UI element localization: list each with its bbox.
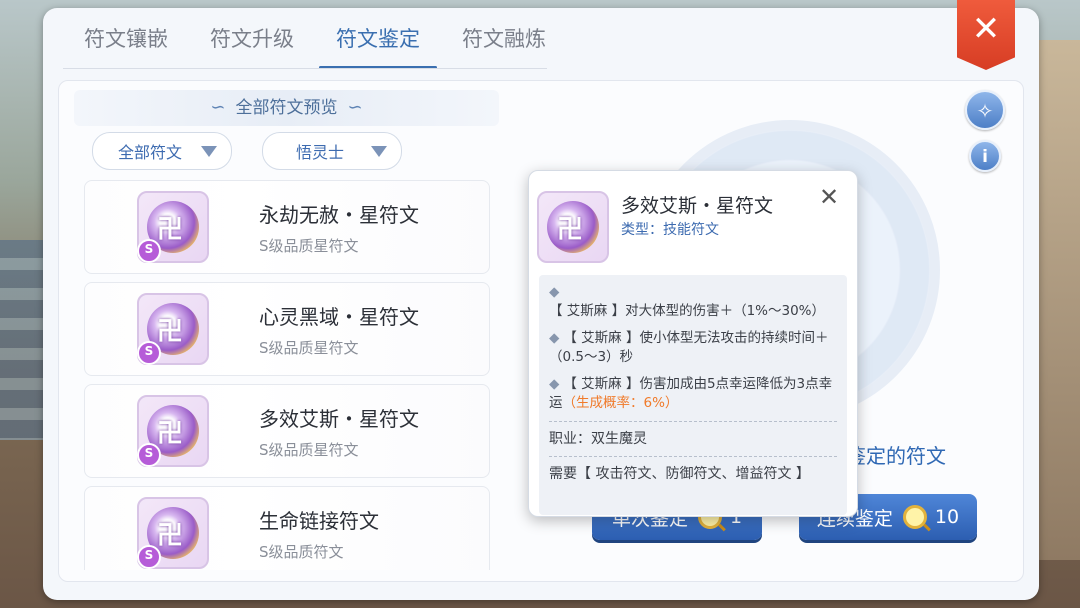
grade-badge: S xyxy=(137,545,161,569)
list-item[interactable]: 卍 S 多效艾斯・星符文 S级品质星符文 xyxy=(84,384,490,478)
ornament-right-icon: ∽ xyxy=(347,97,363,118)
list-item[interactable]: 卍 S 心灵黑域・星符文 S级品质星符文 xyxy=(84,282,490,376)
rune-name: 永劫无赦・星符文 xyxy=(259,203,419,227)
list-item[interactable]: 卍 S 生命链接符文 S级品质符文 xyxy=(84,486,490,570)
close-icon: ✕ xyxy=(971,9,1001,49)
tooltip-rune-icon: 卍 xyxy=(537,191,609,263)
requirement-text: 需要【 攻击符文、防御符文、增益符文 】 xyxy=(549,466,810,482)
rune-name: 多效艾斯・星符文 xyxy=(259,407,419,431)
rune-icon: 卍 S xyxy=(137,191,209,263)
filter-class-label: 悟灵士 xyxy=(295,143,344,162)
list-header-title: 全部符文预览 xyxy=(235,98,338,118)
rune-quality: S级品质符文 xyxy=(259,543,344,561)
effect-text: 【 艾斯麻 】使小体型无法攻击的持续时间＋（0.5～3）秒 xyxy=(549,330,829,365)
filter-type-label: 全部符文 xyxy=(117,143,182,162)
triangle-down-icon xyxy=(371,145,387,157)
info-icon: i xyxy=(982,147,988,167)
rune-quality: S级品质星符文 xyxy=(259,339,359,357)
identify-hint: 鉴定的符文 xyxy=(846,444,946,468)
effect-text: 【 艾斯麻 】对大体型的伤害＋（1%～30%） xyxy=(549,303,826,319)
rune-icon: 卍 S xyxy=(137,293,209,365)
rune-tooltip: 卍 多效艾斯・星符文 类型：技能符文 ✕ ◆ 【 艾斯麻 】对大体型的伤害＋（1%… xyxy=(528,170,858,517)
divider xyxy=(549,456,837,457)
rune-name: 生命链接符文 xyxy=(259,509,379,533)
rune-glyph-icon: 卍 xyxy=(557,215,584,245)
list-header: ∽ 全部符文预览 ∽ xyxy=(74,90,499,126)
rune-quality: S级品质星符文 xyxy=(259,441,359,459)
tab-underline xyxy=(63,68,547,69)
diamond-icon: ◆ xyxy=(549,376,560,392)
diamond-icon: ◆ xyxy=(549,330,560,346)
diamond-icon: ◆ xyxy=(549,284,560,300)
effect-line: ◆ 【 艾斯麻 】伤害加成由5点幸运降低为3点幸运（生成概率：6%） xyxy=(549,375,837,413)
tooltip-effects[interactable]: ◆【 艾斯麻 】对大体型的伤害＋（1%～30%） ◆ 【 艾斯麻 】使小体型无法攻… xyxy=(539,275,847,515)
triangle-down-icon xyxy=(201,145,217,157)
tab-rune-inlay[interactable]: 符文镶嵌 xyxy=(63,22,189,72)
filter-type-dropdown[interactable]: 全部符文 xyxy=(92,132,232,170)
magic-wand-button[interactable]: ✧ xyxy=(965,90,1005,130)
rune-glyph-icon: 卍 xyxy=(157,215,184,245)
multi-identify-count: 10 xyxy=(934,506,960,528)
tab-rune-fusion[interactable]: 符文融炼 xyxy=(441,22,567,72)
tooltip-close-button[interactable]: ✕ xyxy=(819,183,839,211)
effect-line: ◆ 【 艾斯麻 】对大体型的伤害＋（1%～30%） xyxy=(549,283,837,321)
job-text: 职业：双生魔灵 xyxy=(549,431,647,447)
rune-list[interactable]: 卍 S 永劫无赦・星符文 S级品质星符文 卍 S 心灵黑域・星符文 S级品质星符… xyxy=(80,180,492,570)
list-item[interactable]: 卍 S 永劫无赦・星符文 S级品质星符文 xyxy=(84,180,490,274)
tab-rune-identify[interactable]: 符文鉴定 xyxy=(315,22,441,72)
rune-glyph-icon: 卍 xyxy=(157,317,184,347)
tab-rune-upgrade[interactable]: 符文升级 xyxy=(189,22,315,72)
effect-line: ◆ 【 艾斯麻 】使小体型无法攻击的持续时间＋（0.5～3）秒 xyxy=(549,329,837,367)
filter-class-dropdown[interactable]: 悟灵士 xyxy=(262,132,402,170)
info-button[interactable]: i xyxy=(969,140,1001,172)
rune-quality: S级品质星符文 xyxy=(259,237,359,255)
close-button[interactable]: ✕ xyxy=(957,0,1015,70)
divider xyxy=(549,421,837,422)
rune-icon: 卍 S xyxy=(137,497,209,569)
rune-icon: 卍 S xyxy=(137,395,209,467)
tab-bar: 符文镶嵌 符文升级 符文鉴定 符文融炼 xyxy=(63,22,567,72)
rune-name: 心灵黑域・星符文 xyxy=(259,305,419,329)
rune-glyph-icon: 卍 xyxy=(157,521,184,551)
tooltip-title: 多效艾斯・星符文 xyxy=(621,195,774,217)
magic-wand-icon: ✧ xyxy=(976,99,994,123)
ornament-left-icon: ∽ xyxy=(210,97,226,118)
grade-badge: S xyxy=(137,341,161,365)
rune-glyph-icon: 卍 xyxy=(157,419,184,449)
magnifier-icon xyxy=(902,505,927,529)
grade-badge: S xyxy=(137,443,161,467)
effect-probability: （生成概率：6%） xyxy=(562,395,679,411)
tooltip-type: 类型：技能符文 xyxy=(621,222,719,238)
grade-badge: S xyxy=(137,239,161,263)
